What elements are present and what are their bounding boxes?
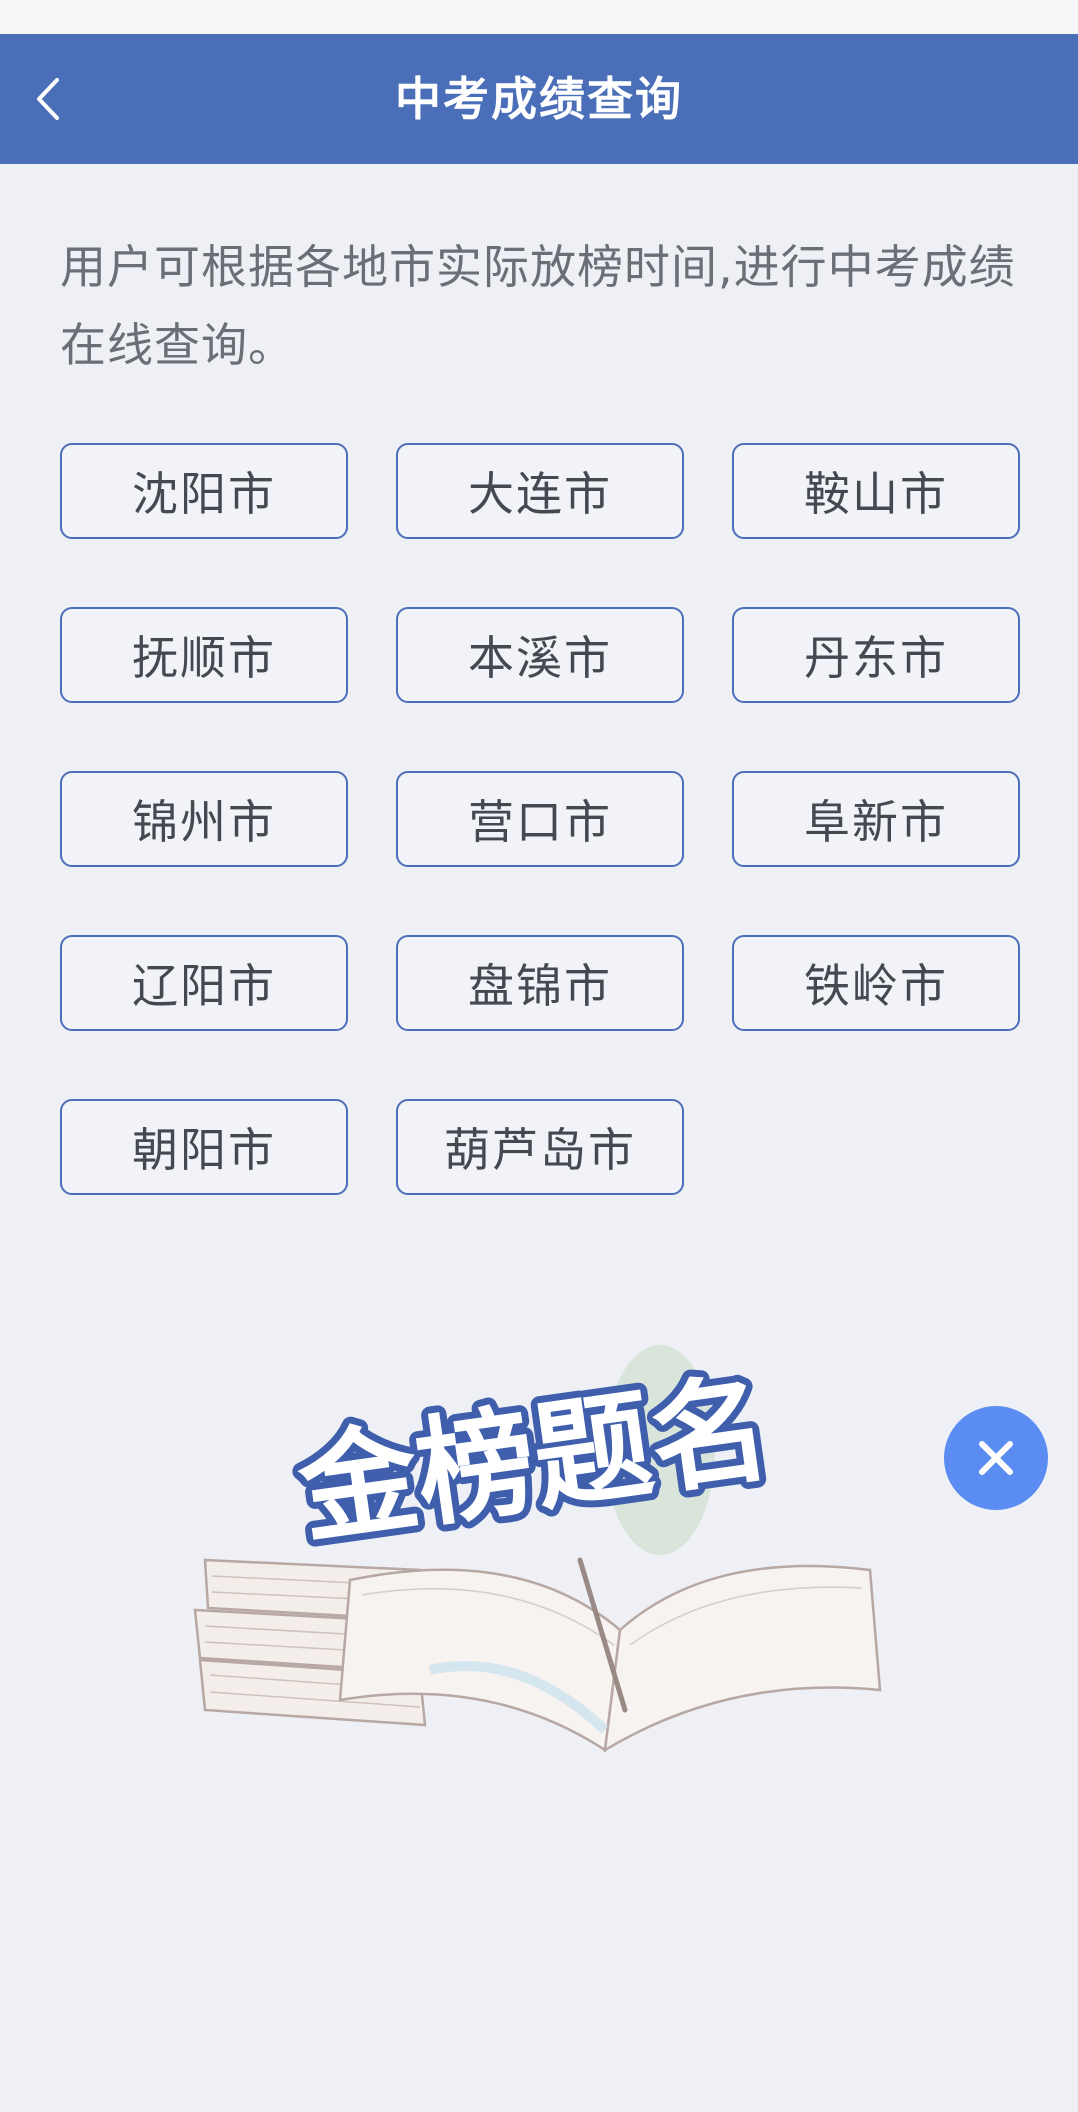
city-button-anshan[interactable]: 鞍山市 — [732, 443, 1020, 539]
city-button-dalian[interactable]: 大连市 — [396, 443, 684, 539]
open-books-illustration: 金榜题名 — [193, 1345, 882, 1753]
city-button-dandong[interactable]: 丹东市 — [732, 607, 1020, 703]
city-button-benxi[interactable]: 本溪市 — [396, 607, 684, 703]
page-title: 中考成绩查询 — [395, 72, 683, 126]
city-button-fuxin[interactable]: 阜新市 — [732, 771, 1020, 867]
intro-text: 用户可根据各地市实际放榜时间,进行中考成绩在线查询。 — [60, 240, 1016, 372]
city-button-tieling[interactable]: 铁岭市 — [732, 935, 1020, 1031]
status-bar — [0, 0, 1078, 34]
close-button[interactable] — [944, 1406, 1048, 1510]
city-grid: 沈阳市 大连市 鞍山市 抚顺市 本溪市 丹东市 锦州市 营口市 阜新市 辽阳市 … — [60, 443, 1020, 1203]
back-button[interactable] — [18, 64, 78, 134]
city-button-liaoyang[interactable]: 辽阳市 — [60, 935, 348, 1031]
banner-illustration[interactable]: 金榜题名 — [190, 1330, 890, 1780]
city-button-chaoyang[interactable]: 朝阳市 — [60, 1099, 348, 1195]
close-icon — [979, 1441, 1013, 1475]
chevron-left-icon — [37, 78, 59, 120]
banner-title: 金榜题名 — [290, 1358, 778, 1560]
city-button-yingkou[interactable]: 营口市 — [396, 771, 684, 867]
city-button-jinzhou[interactable]: 锦州市 — [60, 771, 348, 867]
city-button-shenyang[interactable]: 沈阳市 — [60, 443, 348, 539]
city-button-fushun[interactable]: 抚顺市 — [60, 607, 348, 703]
city-button-panjin[interactable]: 盘锦市 — [396, 935, 684, 1031]
city-button-huludao[interactable]: 葫芦岛市 — [396, 1099, 684, 1195]
navigation-bar: 中考成绩查询 — [0, 34, 1078, 164]
